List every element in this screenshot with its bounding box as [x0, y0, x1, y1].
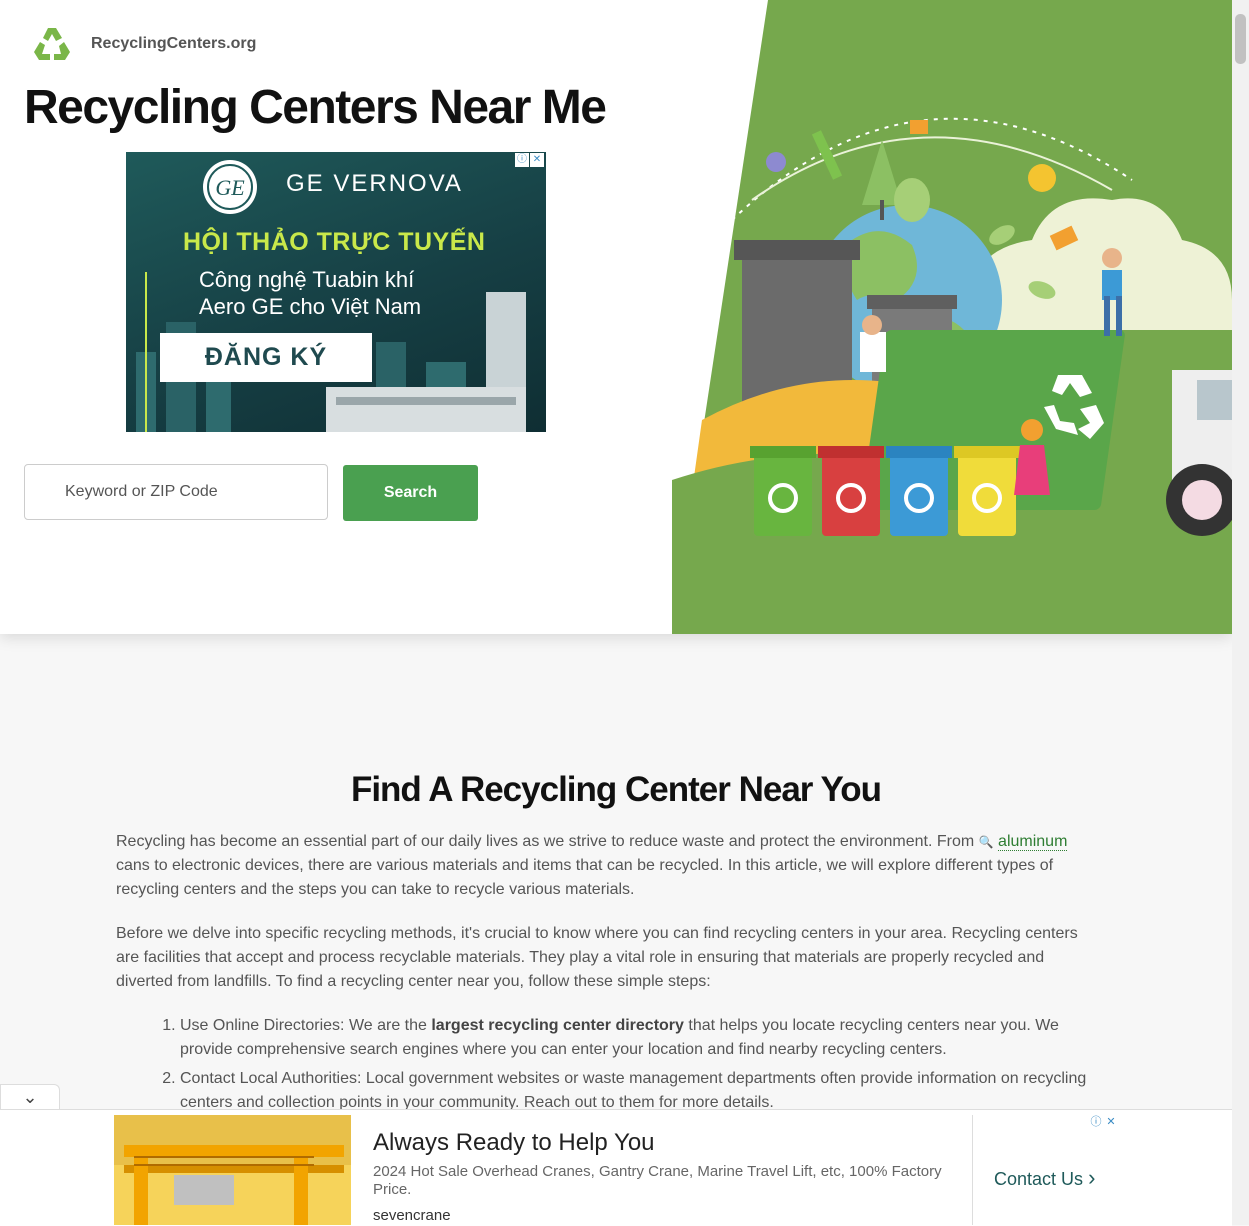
ad-register-button[interactable]: ĐĂNG KÝ [160, 333, 372, 382]
ad-subline-1: Công nghệ Tuabin khí [199, 267, 415, 292]
bottom-ad-controls: ⓘ ✕ [1089, 1115, 1118, 1129]
article-paragraph-2: Before we delve into specific recycling … [116, 925, 1078, 990]
article-body: Recycling has become an essential part o… [116, 830, 1096, 1120]
bottom-ad-advertiser: sevencrane [373, 1207, 451, 1224]
ad-headline: HỘI THẢO TRỰC TUYẾN [183, 228, 486, 256]
crane-ad-image [114, 1115, 351, 1225]
bottom-ad-divider [972, 1115, 973, 1225]
section-title: Find A Recycling Center Near You [350, 770, 882, 809]
list-item-text: Use Online Directories: We are the [180, 1017, 432, 1034]
list-item-text: Contact Local Authorities: Local governm… [180, 1070, 1087, 1111]
hero-section: RecyclingCenters.org Recycling Centers N… [0, 0, 1232, 634]
site-name: RecyclingCenters.org [91, 35, 257, 52]
recycle-logo-icon [34, 28, 70, 60]
ad-info-icon[interactable]: ⓘ [515, 153, 529, 167]
paragraph-text: Recycling has become an essential part o… [116, 833, 979, 850]
search-magnifier-icon: 🔍 [978, 835, 994, 849]
recycling-illustration [672, 117, 1232, 634]
ad-accent-line [145, 272, 147, 432]
ge-logo-icon: GE [203, 160, 257, 214]
contact-us-button[interactable]: Contact Us › [994, 1165, 1095, 1191]
site-brand[interactable]: RecyclingCenters.org [32, 24, 256, 64]
ad-brand-name: GE VERNOVA [286, 170, 463, 197]
chevron-down-icon: ⌄ [22, 1087, 38, 1107]
ad-close-icon[interactable]: ✕ [1104, 1115, 1118, 1129]
bottom-ad-description: 2024 Hot Sale Overhead Cranes, Gantry Cr… [373, 1163, 942, 1198]
list-item: Use Online Directories: We are the large… [180, 1014, 1096, 1062]
list-item: Contact Local Authorities: Local governm… [180, 1067, 1096, 1115]
page-scrollbar[interactable] [1232, 0, 1249, 1225]
ad-controls: ⓘ ✕ [515, 153, 544, 167]
article-paragraph-1: Recycling has become an essential part o… [116, 830, 1096, 902]
page-title: Recycling Centers Near Me [24, 81, 607, 134]
bottom-ad-title[interactable]: Always Ready to Help You [373, 1129, 655, 1157]
keyword-link-aluminum[interactable]: aluminum [998, 833, 1068, 851]
ge-logo-text: GE [215, 175, 245, 200]
paragraph-text: cans to electronic devices, there are va… [116, 857, 1054, 898]
ad-banner-bottom[interactable]: Always Ready to Help You 2024 Hot Sale O… [114, 1115, 1118, 1225]
steps-list: Use Online Directories: We are the large… [116, 1014, 1096, 1115]
contact-us-label: Contact Us [994, 1169, 1084, 1189]
ad-subline: Công nghệ Tuabin khí Aero GE cho Việt Na… [199, 266, 489, 320]
ad-collapse-toggle[interactable]: ⌄ [0, 1084, 60, 1110]
scrollbar-thumb[interactable] [1235, 14, 1246, 64]
ad-info-icon[interactable]: ⓘ [1089, 1115, 1103, 1129]
ad-banner-top[interactable]: GE GE VERNOVA HỘI THẢO TRỰC TUYẾN Công n… [126, 152, 546, 432]
list-item-bold: largest recycling center directory [431, 1017, 684, 1034]
ad-subline-2: Aero GE cho Việt Nam [199, 294, 422, 319]
ad-close-icon[interactable]: ✕ [530, 153, 544, 167]
chevron-right-icon: › [1088, 1165, 1096, 1190]
search-input[interactable] [24, 464, 328, 520]
search-button[interactable]: Search [343, 465, 478, 521]
